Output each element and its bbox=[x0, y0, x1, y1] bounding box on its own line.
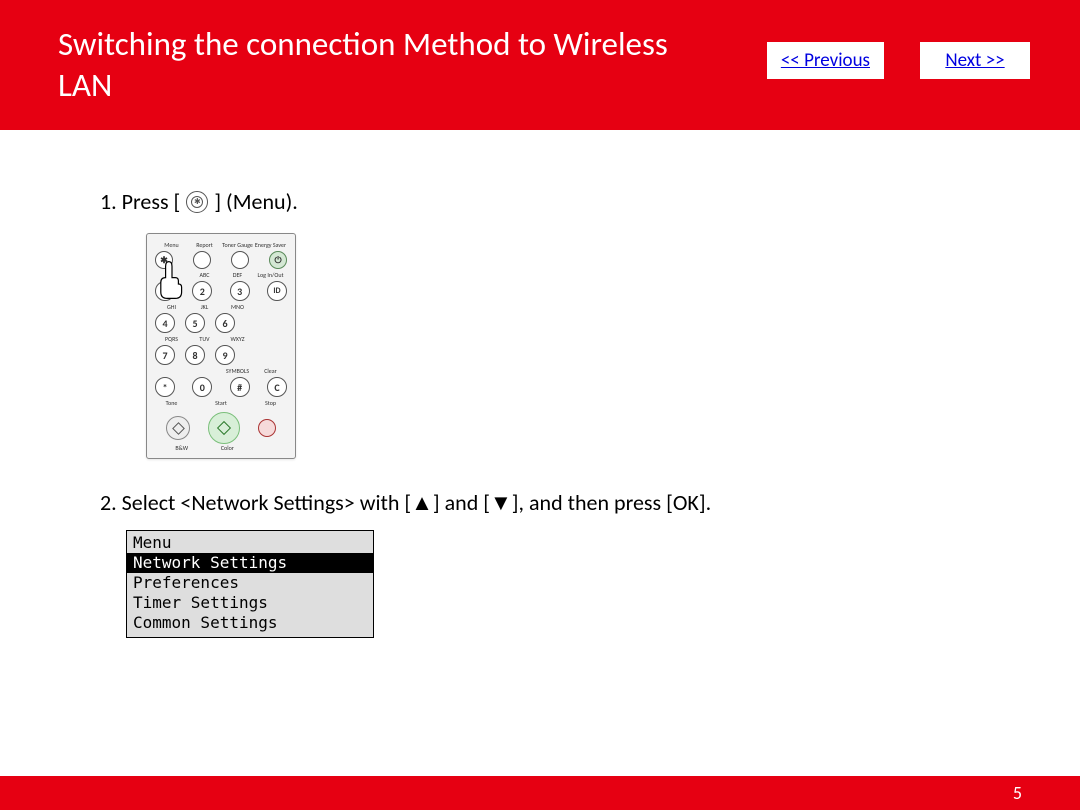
key-8-icon: 8 bbox=[185, 345, 205, 365]
step-1: 1. Press [ ✱ ] (Menu). Menu Report Toner… bbox=[100, 188, 980, 459]
key-5-icon: 5 bbox=[185, 313, 205, 333]
bw-start-icon bbox=[166, 416, 190, 440]
key-9-icon: 9 bbox=[215, 345, 235, 365]
kp-label: MNO bbox=[221, 304, 254, 310]
key-3-icon: 3 bbox=[230, 281, 250, 301]
lcd-item: Preferences bbox=[127, 573, 373, 593]
step-1-text-suffix: ] (Menu). bbox=[214, 188, 298, 215]
kp-label: TUV bbox=[188, 336, 221, 342]
kp-label: Start bbox=[188, 400, 254, 406]
kp-label: Tone bbox=[155, 400, 188, 406]
kp-label: Menu bbox=[155, 242, 188, 248]
toner-key-icon bbox=[231, 251, 249, 269]
key-2-icon: 2 bbox=[192, 281, 212, 301]
page-number: 5 bbox=[1013, 782, 1022, 804]
kp-label: B&W bbox=[175, 444, 188, 452]
kp-label: Stop bbox=[254, 400, 287, 406]
step-2-text: 2. Select <Network Settings> with [▲] an… bbox=[100, 489, 980, 516]
key-star-icon: * bbox=[155, 377, 175, 397]
key-6-icon: 6 bbox=[215, 313, 235, 333]
kp-label: WXYZ bbox=[221, 336, 254, 342]
kp-label: Toner Gauge bbox=[221, 242, 254, 248]
kp-label: Clear bbox=[254, 368, 287, 374]
kp-label: JKL bbox=[188, 304, 221, 310]
kp-label: ABC bbox=[188, 272, 221, 278]
lcd-item-selected: Network Settings bbox=[127, 553, 373, 573]
energy-saver-key-icon: ⏻ bbox=[269, 251, 287, 269]
key-7-icon: 7 bbox=[155, 345, 175, 365]
kp-label: Color bbox=[221, 444, 234, 452]
kp-label: Report bbox=[188, 242, 221, 248]
page-title: Switching the connection Method to Wirel… bbox=[58, 24, 678, 107]
footer-bar: 5 bbox=[0, 776, 1080, 810]
key-4-icon: 4 bbox=[155, 313, 175, 333]
kp-label: Log In/Out bbox=[254, 272, 287, 278]
menu-button-icon: ✱ bbox=[186, 191, 208, 213]
step-1-text-prefix: 1. Press [ bbox=[100, 188, 180, 215]
previous-button[interactable]: << Previous bbox=[767, 42, 884, 79]
content-area: 1. Press [ ✱ ] (Menu). Menu Report Toner… bbox=[0, 130, 1080, 638]
kp-label: PQRS bbox=[155, 336, 188, 342]
step-2: 2. Select <Network Settings> with [▲] an… bbox=[100, 489, 980, 638]
report-key-icon bbox=[193, 251, 211, 269]
kp-label: Energy Saver bbox=[254, 242, 287, 248]
next-button[interactable]: Next >> bbox=[920, 42, 1030, 79]
menu-key-icon: ✱ bbox=[155, 251, 173, 269]
lcd-item: Common Settings bbox=[127, 613, 373, 633]
key-1-icon: 1 bbox=[155, 281, 175, 301]
kp-label: GHI bbox=[155, 304, 188, 310]
header-bar: Switching the connection Method to Wirel… bbox=[0, 0, 1080, 130]
lcd-title: Menu bbox=[127, 533, 373, 553]
nav-button-group: << Previous Next >> bbox=[767, 42, 1030, 79]
key-hash-icon: # bbox=[230, 377, 250, 397]
keypad-illustration: Menu Report Toner Gauge Energy Saver ✱ ⏻… bbox=[146, 233, 296, 459]
kp-label: SYMBOLS bbox=[221, 368, 254, 374]
lcd-item: Timer Settings bbox=[127, 593, 373, 613]
stop-key-icon bbox=[258, 419, 276, 437]
key-0-icon: 0 bbox=[192, 377, 212, 397]
kp-label: DEF bbox=[221, 272, 254, 278]
lcd-menu-illustration: Menu Network Settings Preferences Timer … bbox=[126, 530, 374, 638]
key-id-icon: ID bbox=[267, 281, 287, 301]
key-clear-icon: C bbox=[267, 377, 287, 397]
color-start-icon bbox=[208, 412, 240, 444]
